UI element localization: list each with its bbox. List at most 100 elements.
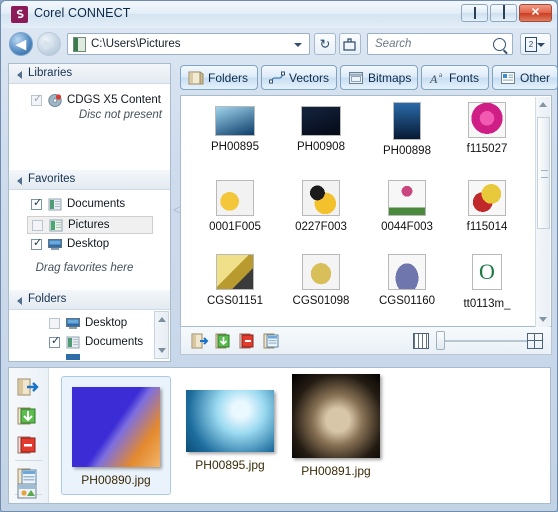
grid-item[interactable]: PH00908 [279, 106, 363, 153]
export-icon[interactable] [191, 332, 209, 350]
folder-tree-item-documents[interactable]: ✓ Documents [49, 334, 149, 352]
grid-item[interactable]: O tt0113m_ [445, 254, 529, 310]
thumbnail [393, 102, 421, 140]
details-icon[interactable] [263, 332, 281, 350]
section-header-folders[interactable]: Folders [9, 290, 170, 310]
expander-icon[interactable] [17, 297, 22, 305]
window-title: Corel CONNECT [34, 6, 131, 20]
tab-other[interactable]: Other [492, 65, 558, 90]
clear-tray-icon[interactable] [17, 434, 39, 456]
grid-scrollbar[interactable] [535, 97, 550, 327]
grid-item[interactable]: 0227F003 [279, 180, 363, 233]
window-controls: ✕ [461, 4, 552, 22]
grid-item[interactable]: 0044F003 [365, 180, 449, 233]
tray-item[interactable]: PH00891.jpg [281, 374, 391, 478]
grid-item[interactable]: CGS01098 [279, 254, 363, 307]
tray-item[interactable]: PH00890.jpg [61, 376, 171, 495]
grid-item-label: f115014 [466, 221, 508, 233]
import-tray-icon[interactable] [17, 405, 39, 427]
address-input[interactable]: C:\Users\Pictures [67, 33, 310, 55]
search-input[interactable]: Search [367, 33, 513, 55]
view-options-button[interactable]: 2 [520, 33, 551, 55]
scroll-down-icon[interactable] [158, 348, 166, 353]
grid-item[interactable]: f115014 [445, 180, 529, 233]
tab-vectors[interactable]: Vectors [261, 65, 337, 90]
grid-item[interactable]: CGS01151 [193, 254, 277, 307]
vectors-icon [269, 71, 285, 84]
library-note: Disc not present [78, 109, 162, 121]
tab-fonts[interactable]: A a Fonts [421, 65, 489, 90]
grid-item[interactable]: 0001F005 [193, 180, 277, 233]
grid-item[interactable]: CGS01160 [365, 254, 449, 307]
check-icon: ✓ [51, 335, 61, 347]
scroll-up-icon[interactable] [539, 102, 547, 107]
minimize-icon [473, 7, 476, 19]
font-preview-glyph: O [479, 259, 495, 284]
grid-item[interactable]: PH00898 [365, 102, 449, 157]
section-title: Folders [28, 293, 67, 305]
folder-tree[interactable]: Desktop ✓ Documents [9, 310, 170, 360]
close-button[interactable]: ✕ [519, 4, 552, 22]
large-thumbnails-icon[interactable] [527, 333, 543, 349]
refresh-button[interactable]: ↻ [314, 33, 336, 55]
library-label: CDGS X5 Content [67, 94, 161, 106]
thumbnail-size-slider[interactable] [436, 331, 445, 350]
library-item-cdgs[interactable]: ✓ CDGS X5 Content [9, 92, 170, 110]
export-tray-icon[interactable] [17, 376, 39, 398]
tray-item[interactable]: PH00895.jpg [175, 390, 285, 472]
sidebar-item-documents[interactable]: ✓ Documents [27, 196, 153, 214]
minimize-button[interactable] [461, 4, 488, 22]
grid-item-label: PH00908 [297, 141, 345, 153]
browse-button[interactable] [339, 33, 361, 55]
favorite-checkbox[interactable] [32, 220, 43, 231]
tab-label: Vectors [289, 71, 330, 85]
grid-item-label: 0001F005 [209, 221, 261, 233]
folders-icon [188, 71, 204, 85]
thumbnail [388, 254, 426, 290]
small-thumbnails-icon[interactable] [413, 333, 429, 349]
chevron-down-icon [537, 43, 545, 47]
expander-icon[interactable] [17, 71, 22, 79]
sidebar-section-libraries: Libraries ✓ CDGS X5 Content Disc not pre… [9, 64, 170, 124]
tab-bitmaps[interactable]: Bitmaps [340, 65, 418, 90]
section-header-libraries[interactable]: Libraries [9, 64, 170, 84]
section-header-favorites[interactable]: Favorites [9, 170, 170, 190]
forward-arrow-icon: ▶ [44, 36, 54, 52]
corel-logo-icon [11, 6, 28, 23]
thumbnail-size-slider-track[interactable] [437, 340, 527, 342]
new-tray-icon[interactable] [17, 480, 39, 502]
forward-button[interactable]: ▶ [37, 32, 61, 56]
tab-folders[interactable]: Folders [180, 65, 258, 90]
folder-checkbox[interactable] [49, 318, 60, 329]
grid-item[interactable]: PH00895 [193, 106, 277, 153]
thumbnail [216, 180, 254, 216]
grid-item-label: 0227F003 [295, 221, 347, 233]
delete-icon[interactable] [239, 332, 257, 350]
folder-tree-item-desktop[interactable]: Desktop [49, 315, 149, 333]
documents-folder-icon [66, 336, 80, 349]
sidebar-item-pictures[interactable]: Pictures [27, 216, 153, 234]
sidebar-item-desktop[interactable]: ✓ Desktop [27, 236, 153, 254]
folder-checkbox[interactable]: ✓ [49, 335, 61, 348]
scroll-up-icon[interactable] [158, 317, 166, 322]
scrollbar-thumb[interactable] [537, 117, 550, 229]
maximize-button[interactable] [490, 4, 517, 22]
folder-tree-scrollbar[interactable] [154, 311, 169, 359]
back-button[interactable]: ◀ [9, 32, 33, 56]
scroll-down-icon[interactable] [539, 317, 547, 322]
sidebar-section-folders: Folders Desktop ✓ Documents [9, 290, 170, 360]
library-checkbox[interactable]: ✓ [31, 94, 42, 106]
favorite-checkbox[interactable]: ✓ [31, 238, 42, 250]
sidebar-splitter[interactable]: ◁ [172, 63, 182, 362]
chevron-down-icon[interactable] [294, 43, 302, 47]
grid-item[interactable]: f115027 [445, 102, 529, 155]
other-icon [501, 72, 515, 84]
thumbnail [302, 254, 340, 290]
expander-icon[interactable] [17, 177, 22, 185]
tray-panel[interactable]: PH00890.jpg PH00895.jpg PH00891.jpg [8, 367, 551, 504]
favorite-checkbox[interactable]: ✓ [31, 198, 42, 210]
svg-text:a: a [439, 71, 443, 79]
import-icon[interactable] [215, 332, 233, 350]
asset-grid[interactable]: PH00895 PH00908 PH00898 f115027 0001F005 [180, 95, 552, 327]
search-icon[interactable] [493, 38, 506, 51]
